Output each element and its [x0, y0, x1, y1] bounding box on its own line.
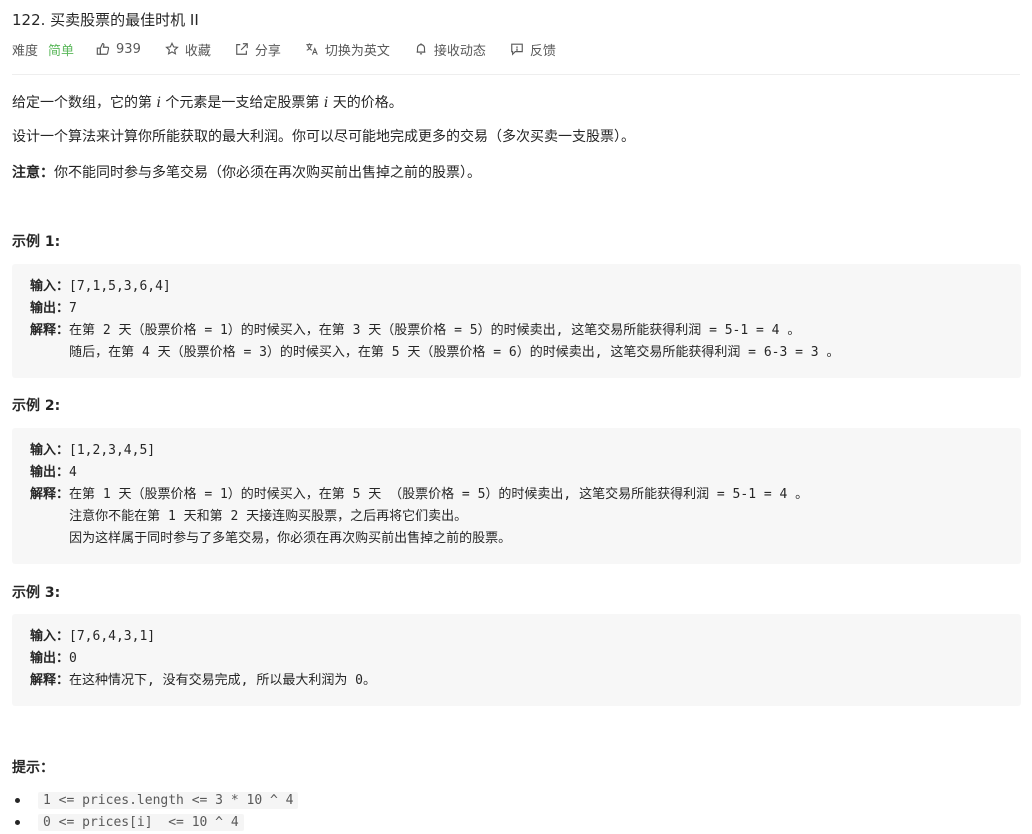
example-2-title: 示例 2:	[12, 398, 61, 414]
example-1-output: 输出：7	[30, 301, 77, 316]
notify-button[interactable]: 接收动态	[414, 40, 486, 59]
note-text: 你不能同时参与多笔交易（你必须在再次购买前出售掉之前的股票）。	[54, 165, 481, 181]
description-paragraph-2: 设计一个算法来计算你所能获取的最大利润。你可以尽可能地完成更多的交易（多次买卖一…	[12, 129, 635, 145]
translate-icon	[306, 43, 318, 55]
favorite-label: 收藏	[184, 43, 211, 59]
feedback-label: 反馈	[529, 43, 556, 59]
thumbs-up-icon	[96, 43, 110, 55]
example-1-explain: 解释：在第 2 天（股票价格 = 1）的时候买入，在第 3 天（股票价格 = 5…	[30, 323, 801, 338]
header-divider	[12, 74, 1020, 75]
difficulty-label: 难度	[12, 43, 39, 59]
feedback-icon	[511, 43, 523, 56]
tip-item: 0 <= prices[i] <= 10 ^ 4	[14, 811, 298, 833]
switch-language-button[interactable]: 切换为英文	[305, 40, 390, 59]
tips-title: 提示：	[12, 760, 54, 776]
example-1-box: 输入：[7,1,5,3,6,4] 输出：7 解释：在第 2 天（股票价格 = 1…	[12, 264, 1021, 378]
note-label: 注意：	[12, 165, 54, 181]
like-button[interactable]: 939	[96, 42, 141, 57]
example-3-box: 输入：[7,6,4,3,1] 输出：0 解释：在这种情况下, 没有交易完成, 所…	[12, 614, 1021, 706]
example-3-explain: 解释：在这种情况下, 没有交易完成, 所以最大利润为 0。	[30, 673, 376, 688]
tip-code: 0 <= prices[i] <= 10 ^ 4	[38, 813, 244, 831]
switch-language-label: 切换为英文	[324, 43, 390, 59]
example-3-input: 输入：[7,6,4,3,1]	[30, 629, 156, 644]
example-2-explain: 解释：在第 1 天（股票价格 = 1）的时候买入，在第 5 天 （股票价格 = …	[30, 487, 809, 502]
star-icon	[165, 42, 179, 55]
example-2-explain-cont-1: 注意你不能在第 1 天和第 2 天接连购买股票，之后再将它们卖出。	[30, 509, 468, 524]
example-1-explain-cont: 随后，在第 4 天（股票价格 = 3）的时候买入，在第 5 天（股票价格 = 6…	[30, 345, 840, 360]
tip-item: 1 <= prices.length <= 3 * 10 ^ 4	[14, 789, 299, 811]
problem-title: 122. 买卖股票的最佳时机 II	[12, 11, 199, 29]
example-1-title: 示例 1:	[12, 234, 61, 250]
like-count: 939	[116, 41, 141, 57]
difficulty-badge: 简单	[48, 43, 75, 59]
problem-meta-bar: 难度 简单 939 收藏 分享 切换为英文 接收动态 反馈	[12, 40, 580, 59]
example-2-explain-cont-2: 因为这样属于同时参与了多笔交易，你必须在再次购买前出售掉之前的股票。	[30, 531, 512, 546]
feedback-button[interactable]: 反馈	[510, 40, 556, 59]
share-label: 分享	[254, 43, 281, 59]
example-1-input: 输入：[7,1,5,3,6,4]	[30, 279, 171, 294]
tip-code: 1 <= prices.length <= 3 * 10 ^ 4	[38, 791, 299, 809]
notify-label: 接收动态	[433, 43, 486, 59]
example-2-input: 输入：[1,2,3,4,5]	[30, 443, 156, 458]
favorite-button[interactable]: 收藏	[165, 40, 211, 59]
share-icon	[236, 43, 248, 55]
problem-page: 122. 买卖股票的最佳时机 II 难度 简单 939 收藏 分享 切换为英文 …	[0, 0, 1032, 834]
description-note: 注意：你不能同时参与多笔交易（你必须在再次购买前出售掉之前的股票）。	[12, 162, 481, 182]
description-paragraph-1: 给定一个数组，它的第 i 个元素是一支给定股票第 i 天的价格。	[12, 95, 403, 111]
share-button[interactable]: 分享	[235, 40, 281, 59]
example-2-box: 输入：[1,2,3,4,5] 输出：4 解释：在第 1 天（股票价格 = 1）的…	[12, 428, 1021, 564]
bell-icon	[416, 43, 426, 55]
example-3-title: 示例 3:	[12, 585, 61, 601]
example-2-output: 输出：4	[30, 465, 77, 480]
example-3-output: 输出：0	[30, 651, 77, 666]
tips-list: 1 <= prices.length <= 3 * 10 ^ 4 0 <= pr…	[14, 789, 299, 833]
